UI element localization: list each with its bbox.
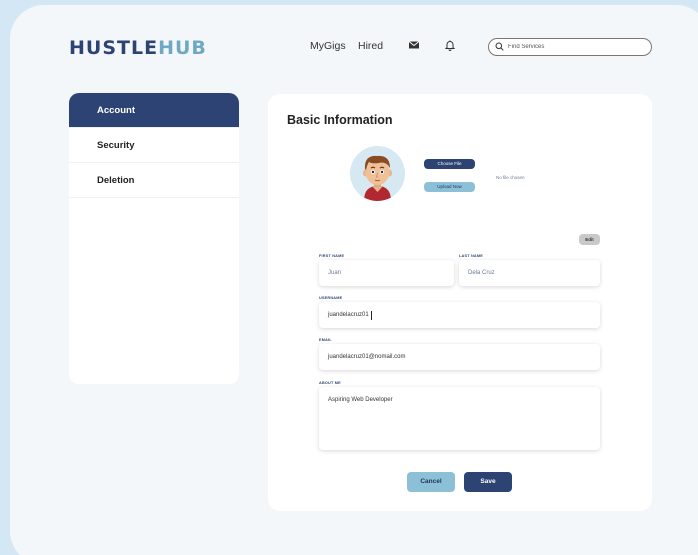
avatar — [350, 146, 405, 201]
last-name-label: LAST NAME — [459, 254, 483, 258]
logo-main: HUSTLE — [69, 37, 159, 59]
sidebar-item-account[interactable]: Account — [69, 93, 239, 128]
about-me-label: ABOUT ME — [319, 381, 341, 385]
nav-hired[interactable]: Hired — [358, 40, 383, 52]
first-name-field[interactable]: Juan — [319, 260, 454, 286]
page-title: Basic Information — [287, 113, 393, 127]
last-name-field[interactable]: Dela Cruz — [459, 260, 600, 286]
nav-mygigs[interactable]: MyGigs — [310, 40, 346, 52]
sidebar-item-deletion[interactable]: Deletion — [69, 163, 239, 198]
sidebar-item-security[interactable]: Security — [69, 128, 239, 163]
choose-file-button[interactable]: Choose File — [424, 159, 475, 169]
sidebar-item-label: Account — [97, 104, 135, 116]
email-field[interactable]: juandelacruz01@nomail.com — [319, 344, 600, 370]
email-label: EMAIL — [319, 338, 332, 342]
file-status: No file chosen — [496, 175, 525, 180]
username-field[interactable]: juandelacruz01 — [319, 302, 600, 328]
edit-button[interactable]: Edit — [579, 234, 600, 245]
logo[interactable]: HUSTLEHUB — [69, 37, 207, 59]
cancel-button[interactable]: Cancel — [407, 472, 455, 492]
search-input[interactable] — [508, 44, 638, 50]
username-label: USERNAME — [319, 296, 343, 300]
sidebar-item-label: Deletion — [97, 174, 135, 186]
text-cursor — [370, 310, 372, 320]
username-value: juandelacruz01 — [328, 312, 369, 318]
logo-accent: HUB — [158, 37, 207, 59]
search-bar[interactable] — [488, 38, 652, 56]
settings-sidebar: Account Security Deletion — [69, 93, 239, 384]
basic-information-card: Basic Information Choose File Upload Now… — [268, 94, 652, 511]
sidebar-item-label: Security — [97, 139, 135, 151]
about-me-field[interactable]: Aspiring Web Developer — [319, 387, 600, 450]
bell-icon[interactable] — [443, 38, 457, 52]
mail-icon[interactable] — [407, 38, 421, 52]
upload-now-button[interactable]: Upload Now — [424, 182, 475, 192]
search-icon — [495, 38, 504, 56]
first-name-label: FIRST NAME — [319, 254, 345, 258]
save-button[interactable]: Save — [464, 472, 512, 492]
